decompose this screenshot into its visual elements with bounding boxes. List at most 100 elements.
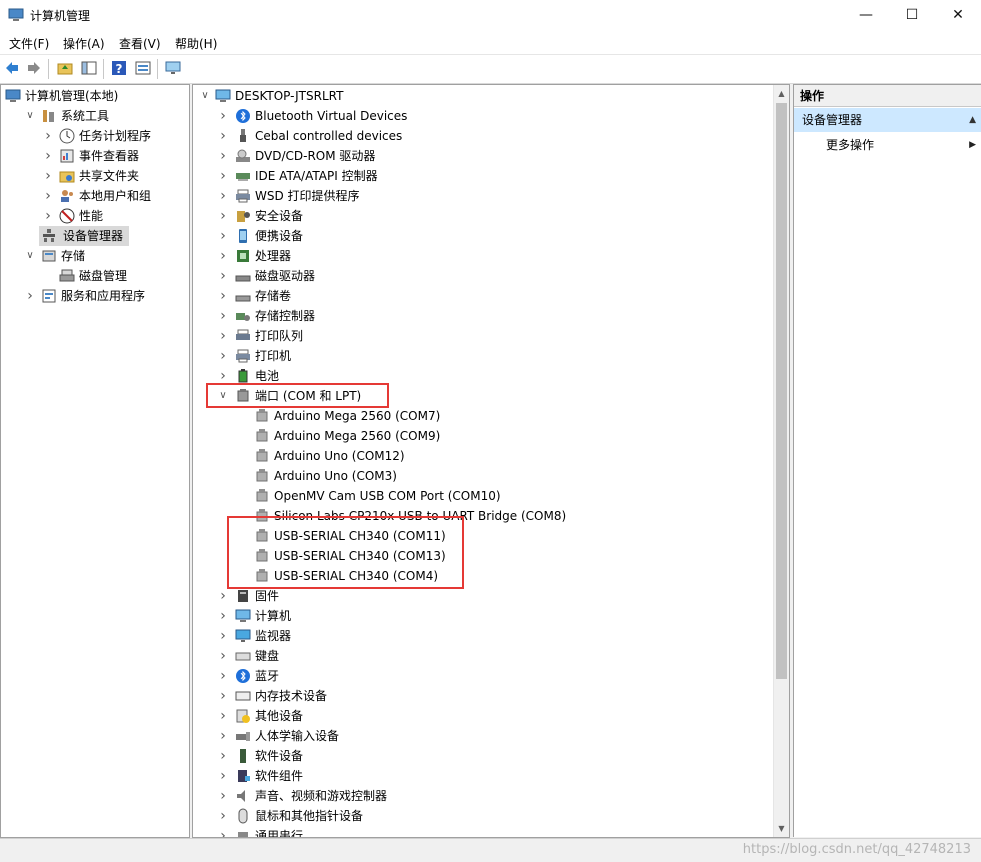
nav-item[interactable]: › 本地用户和组 xyxy=(1,186,187,206)
chevron-right-icon[interactable]: › xyxy=(42,206,54,226)
device-tree-root[interactable]: ∨ DESKTOP-JTSRLRT xyxy=(193,86,771,106)
back-arrow-icon[interactable] xyxy=(4,60,20,76)
device-category[interactable]: › 软件组件 xyxy=(193,766,771,786)
forward-arrow-icon[interactable] xyxy=(26,60,42,76)
scroll-up-icon[interactable]: ▲ xyxy=(774,85,789,102)
device-category[interactable]: › 声音、视频和游戏控制器 xyxy=(193,786,771,806)
port-device-item[interactable]: Arduino Uno (COM12) xyxy=(193,446,771,466)
port-device-item[interactable]: Arduino Mega 2560 (COM7) xyxy=(193,406,771,426)
device-category[interactable]: › Cebal controlled devices xyxy=(193,126,771,146)
device-category[interactable]: › Bluetooth Virtual Devices xyxy=(193,106,771,126)
device-category[interactable]: › 存储控制器 xyxy=(193,306,771,326)
device-category[interactable]: › 便携设备 xyxy=(193,226,771,246)
vertical-scrollbar[interactable]: ▲ ▼ xyxy=(773,85,789,837)
device-category[interactable]: › 监视器 xyxy=(193,626,771,646)
chevron-down-icon[interactable]: ∨ xyxy=(199,86,211,106)
scroll-thumb[interactable] xyxy=(776,103,787,679)
chevron-right-icon[interactable]: › xyxy=(217,686,229,706)
chevron-right-icon[interactable]: › xyxy=(217,106,229,126)
chevron-right-icon[interactable]: › xyxy=(217,146,229,166)
nav-item[interactable]: 计算机管理(本地) xyxy=(1,86,187,106)
nav-item[interactable]: › 任务计划程序 xyxy=(1,126,187,146)
chevron-right-icon[interactable]: › xyxy=(217,606,229,626)
device-category[interactable]: › IDE ATA/ATAPI 控制器 xyxy=(193,166,771,186)
chevron-right-icon[interactable]: › xyxy=(217,186,229,206)
monitor-icon[interactable] xyxy=(165,60,181,76)
device-category[interactable]: › 内存技术设备 xyxy=(193,686,771,706)
chevron-right-icon[interactable]: › xyxy=(217,746,229,766)
device-category[interactable]: › WSD 打印提供程序 xyxy=(193,186,771,206)
help-icon[interactable]: ? xyxy=(111,60,127,76)
properties-icon[interactable] xyxy=(135,60,151,76)
chevron-right-icon[interactable]: › xyxy=(217,726,229,746)
port-device-item[interactable]: OpenMV Cam USB COM Port (COM10) xyxy=(193,486,771,506)
chevron-right-icon[interactable]: › xyxy=(217,306,229,326)
device-category[interactable]: › 人体学输入设备 xyxy=(193,726,771,746)
up-folder-icon[interactable] xyxy=(57,60,73,76)
chevron-right-icon[interactable]: › xyxy=(217,626,229,646)
device-category[interactable]: › 键盘 xyxy=(193,646,771,666)
chevron-right-icon[interactable]: › xyxy=(217,666,229,686)
device-category[interactable]: › 固件 xyxy=(193,586,771,606)
chevron-right-icon[interactable]: › xyxy=(217,786,229,806)
nav-item[interactable]: › 共享文件夹 xyxy=(1,166,187,186)
device-category[interactable]: › 鼠标和其他指针设备 xyxy=(193,806,771,826)
port-device-item[interactable]: Arduino Mega 2560 (COM9) xyxy=(193,426,771,446)
port-device-item[interactable]: Arduino Uno (COM3) xyxy=(193,466,771,486)
device-category[interactable]: › 软件设备 xyxy=(193,746,771,766)
nav-item[interactable]: › 性能 xyxy=(1,206,187,226)
chevron-down-icon[interactable]: ∨ xyxy=(24,246,36,266)
chevron-right-icon[interactable]: › xyxy=(217,246,229,266)
chevron-right-icon[interactable]: › xyxy=(24,286,36,306)
minimize-button[interactable]: — xyxy=(843,0,889,30)
collapse-arrow-icon[interactable]: ▲ xyxy=(969,108,976,132)
chevron-right-icon[interactable]: › xyxy=(217,286,229,306)
nav-item[interactable]: ∨ 存储 xyxy=(1,246,187,266)
chevron-right-icon[interactable]: › xyxy=(217,646,229,666)
nav-item[interactable]: 设备管理器 xyxy=(39,226,129,246)
chevron-right-icon[interactable]: › xyxy=(217,206,229,226)
chevron-right-icon[interactable]: › xyxy=(217,766,229,786)
close-button[interactable]: ✕ xyxy=(935,0,981,30)
nav-item[interactable]: › 服务和应用程序 xyxy=(1,286,187,306)
device-category[interactable]: › 磁盘驱动器 xyxy=(193,266,771,286)
chevron-right-icon[interactable]: › xyxy=(42,166,54,186)
device-category[interactable]: › 打印队列 xyxy=(193,326,771,346)
chevron-right-icon[interactable]: › xyxy=(217,266,229,286)
menu-view[interactable]: 查看(V) xyxy=(119,35,161,52)
chevron-right-icon[interactable]: › xyxy=(217,586,229,606)
device-category[interactable]: › 通用串行 xyxy=(193,826,771,837)
chevron-right-icon[interactable]: › xyxy=(42,186,54,206)
device-category[interactable]: › 安全设备 xyxy=(193,206,771,226)
actions-group-device-manager[interactable]: 设备管理器 ▲ xyxy=(794,108,981,132)
device-category[interactable]: › 存储卷 xyxy=(193,286,771,306)
chevron-right-icon[interactable]: › xyxy=(217,706,229,726)
device-category[interactable]: › 计算机 xyxy=(193,606,771,626)
device-category[interactable]: › 其他设备 xyxy=(193,706,771,726)
chevron-right-icon[interactable]: › xyxy=(217,826,229,837)
chevron-right-icon[interactable]: › xyxy=(42,126,54,146)
menu-action[interactable]: 操作(A) xyxy=(63,35,105,52)
show-hide-tree-icon[interactable] xyxy=(81,60,97,76)
scroll-down-icon[interactable]: ▼ xyxy=(774,820,789,837)
chevron-right-icon[interactable]: › xyxy=(42,146,54,166)
nav-item[interactable]: 磁盘管理 xyxy=(1,266,187,286)
chevron-right-icon[interactable]: › xyxy=(217,806,229,826)
menu-help[interactable]: 帮助(H) xyxy=(175,35,217,52)
device-category[interactable]: › 蓝牙 xyxy=(193,666,771,686)
nav-item[interactable]: › 事件查看器 xyxy=(1,146,187,166)
menu-file[interactable]: 文件(F) xyxy=(9,35,49,52)
more-actions-item[interactable]: 更多操作 ▶ xyxy=(794,134,981,156)
chevron-right-icon[interactable]: › xyxy=(217,326,229,346)
chevron-right-icon[interactable]: › xyxy=(217,226,229,246)
device-category[interactable]: › DVD/CD-ROM 驱动器 xyxy=(193,146,771,166)
maximize-button[interactable]: ☐ xyxy=(889,0,935,30)
device-category[interactable]: › 处理器 xyxy=(193,246,771,266)
usb-controller-icon xyxy=(235,828,251,837)
chevron-right-icon[interactable]: › xyxy=(217,346,229,366)
chevron-down-icon[interactable]: ∨ xyxy=(24,106,36,126)
chevron-right-icon[interactable]: › xyxy=(217,126,229,146)
device-category[interactable]: › 打印机 xyxy=(193,346,771,366)
chevron-right-icon[interactable]: › xyxy=(217,166,229,186)
nav-item[interactable]: ∨ 系统工具 xyxy=(1,106,187,126)
